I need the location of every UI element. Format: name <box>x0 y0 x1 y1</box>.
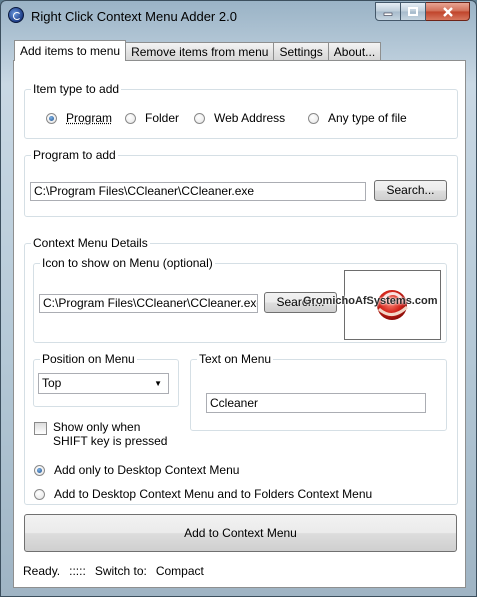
radio-folder-dot[interactable] <box>125 112 136 124</box>
status-bar: Ready. ::::: Switch to: Compact <box>23 564 213 580</box>
switch-compact-link[interactable]: Compact <box>156 564 204 580</box>
program-title: Program to add <box>31 148 118 162</box>
radio-desktop-and-folders-label: Add to Desktop Context Menu and to Folde… <box>54 487 373 501</box>
minimize-icon <box>383 12 393 16</box>
tab-strip: Add items to menu Remove items from menu… <box>14 40 382 61</box>
text-title: Text on Menu <box>197 352 274 366</box>
icon-path-input[interactable]: C:\Program Files\CCleaner\CCleaner.exe <box>39 294 258 313</box>
window-title: Right Click Context Menu Adder 2.0 <box>31 9 237 24</box>
radio-program[interactable]: Program <box>46 111 112 125</box>
program-group: Program to add C:\Program Files\CCleaner… <box>24 148 458 217</box>
radio-web-address-dot[interactable] <box>194 112 205 124</box>
program-path-input[interactable]: C:\Program Files\CCleaner\CCleaner.exe <box>30 182 366 201</box>
position-selected-value: Top <box>42 376 62 390</box>
position-select[interactable]: Top ▼ <box>38 373 169 394</box>
context-details-title: Context Menu Details <box>31 236 150 250</box>
position-title: Position on Menu <box>40 352 137 366</box>
radio-web-address[interactable]: Web Address <box>194 111 285 125</box>
app-window: Right Click Context Menu Adder 2.0 Add i… <box>0 0 477 597</box>
text-group: Text on Menu Ccleaner <box>190 352 447 431</box>
radio-web-address-label: Web Address <box>214 111 286 125</box>
position-group: Position on Menu Top ▼ <box>33 352 179 407</box>
close-icon <box>442 6 453 17</box>
close-button[interactable] <box>426 2 470 21</box>
shift-checkbox-label: Show only when SHIFT key is pressed <box>53 420 168 448</box>
shift-checkbox[interactable]: Show only when SHIFT key is pressed <box>34 420 174 448</box>
context-details-group: Context Menu Details Icon to show on Men… <box>24 236 458 505</box>
item-type-group: Item type to add Program Folder Web Addr… <box>24 82 458 139</box>
status-text: Ready. <box>23 564 61 578</box>
tab-settings[interactable]: Settings <box>274 42 329 61</box>
chevron-down-icon[interactable]: ▼ <box>154 374 162 393</box>
window-controls <box>375 2 470 21</box>
radio-folder[interactable]: Folder <box>125 111 179 125</box>
radio-desktop-only[interactable]: Add only to Desktop Context Menu <box>34 463 239 477</box>
item-type-title: Item type to add <box>31 82 122 96</box>
radio-desktop-and-folders-dot[interactable] <box>34 488 45 500</box>
program-search-button[interactable]: Search... <box>374 180 447 201</box>
watermark-text: GromichoAfSystems.com <box>303 295 438 307</box>
radio-program-dot[interactable] <box>46 112 57 124</box>
minimize-button[interactable] <box>375 2 401 21</box>
radio-program-label: Program <box>66 111 113 125</box>
tab-about[interactable]: About... <box>328 42 382 61</box>
tab-remove-items[interactable]: Remove items from menu <box>126 42 275 61</box>
maximize-button[interactable] <box>401 2 426 21</box>
radio-desktop-only-dot[interactable] <box>34 464 45 476</box>
menu-text-input[interactable]: Ccleaner <box>206 393 426 413</box>
radio-any-file[interactable]: Any type of file <box>308 111 407 125</box>
radio-any-file-label: Any type of file <box>328 111 407 125</box>
maximize-icon <box>408 6 418 16</box>
app-logo-icon[interactable] <box>8 7 24 23</box>
tab-add-items[interactable]: Add items to menu <box>14 40 127 61</box>
status-grip: ::::: <box>69 564 86 578</box>
switch-to-label: Switch to: <box>94 564 147 578</box>
radio-desktop-only-label: Add only to Desktop Context Menu <box>54 463 240 477</box>
add-to-context-menu-button[interactable]: Add to Context Menu <box>24 514 457 552</box>
radio-desktop-and-folders[interactable]: Add to Desktop Context Menu and to Folde… <box>34 487 372 501</box>
icon-group-title: Icon to show on Menu (optional) <box>40 256 215 270</box>
shift-checkbox-box[interactable] <box>34 422 47 435</box>
tab-panel: Item type to add Program Folder Web Addr… <box>13 60 466 588</box>
radio-folder-label: Folder <box>145 111 180 125</box>
radio-any-file-dot[interactable] <box>308 112 319 124</box>
title-bar[interactable]: Right Click Context Menu Adder 2.0 <box>1 1 476 31</box>
